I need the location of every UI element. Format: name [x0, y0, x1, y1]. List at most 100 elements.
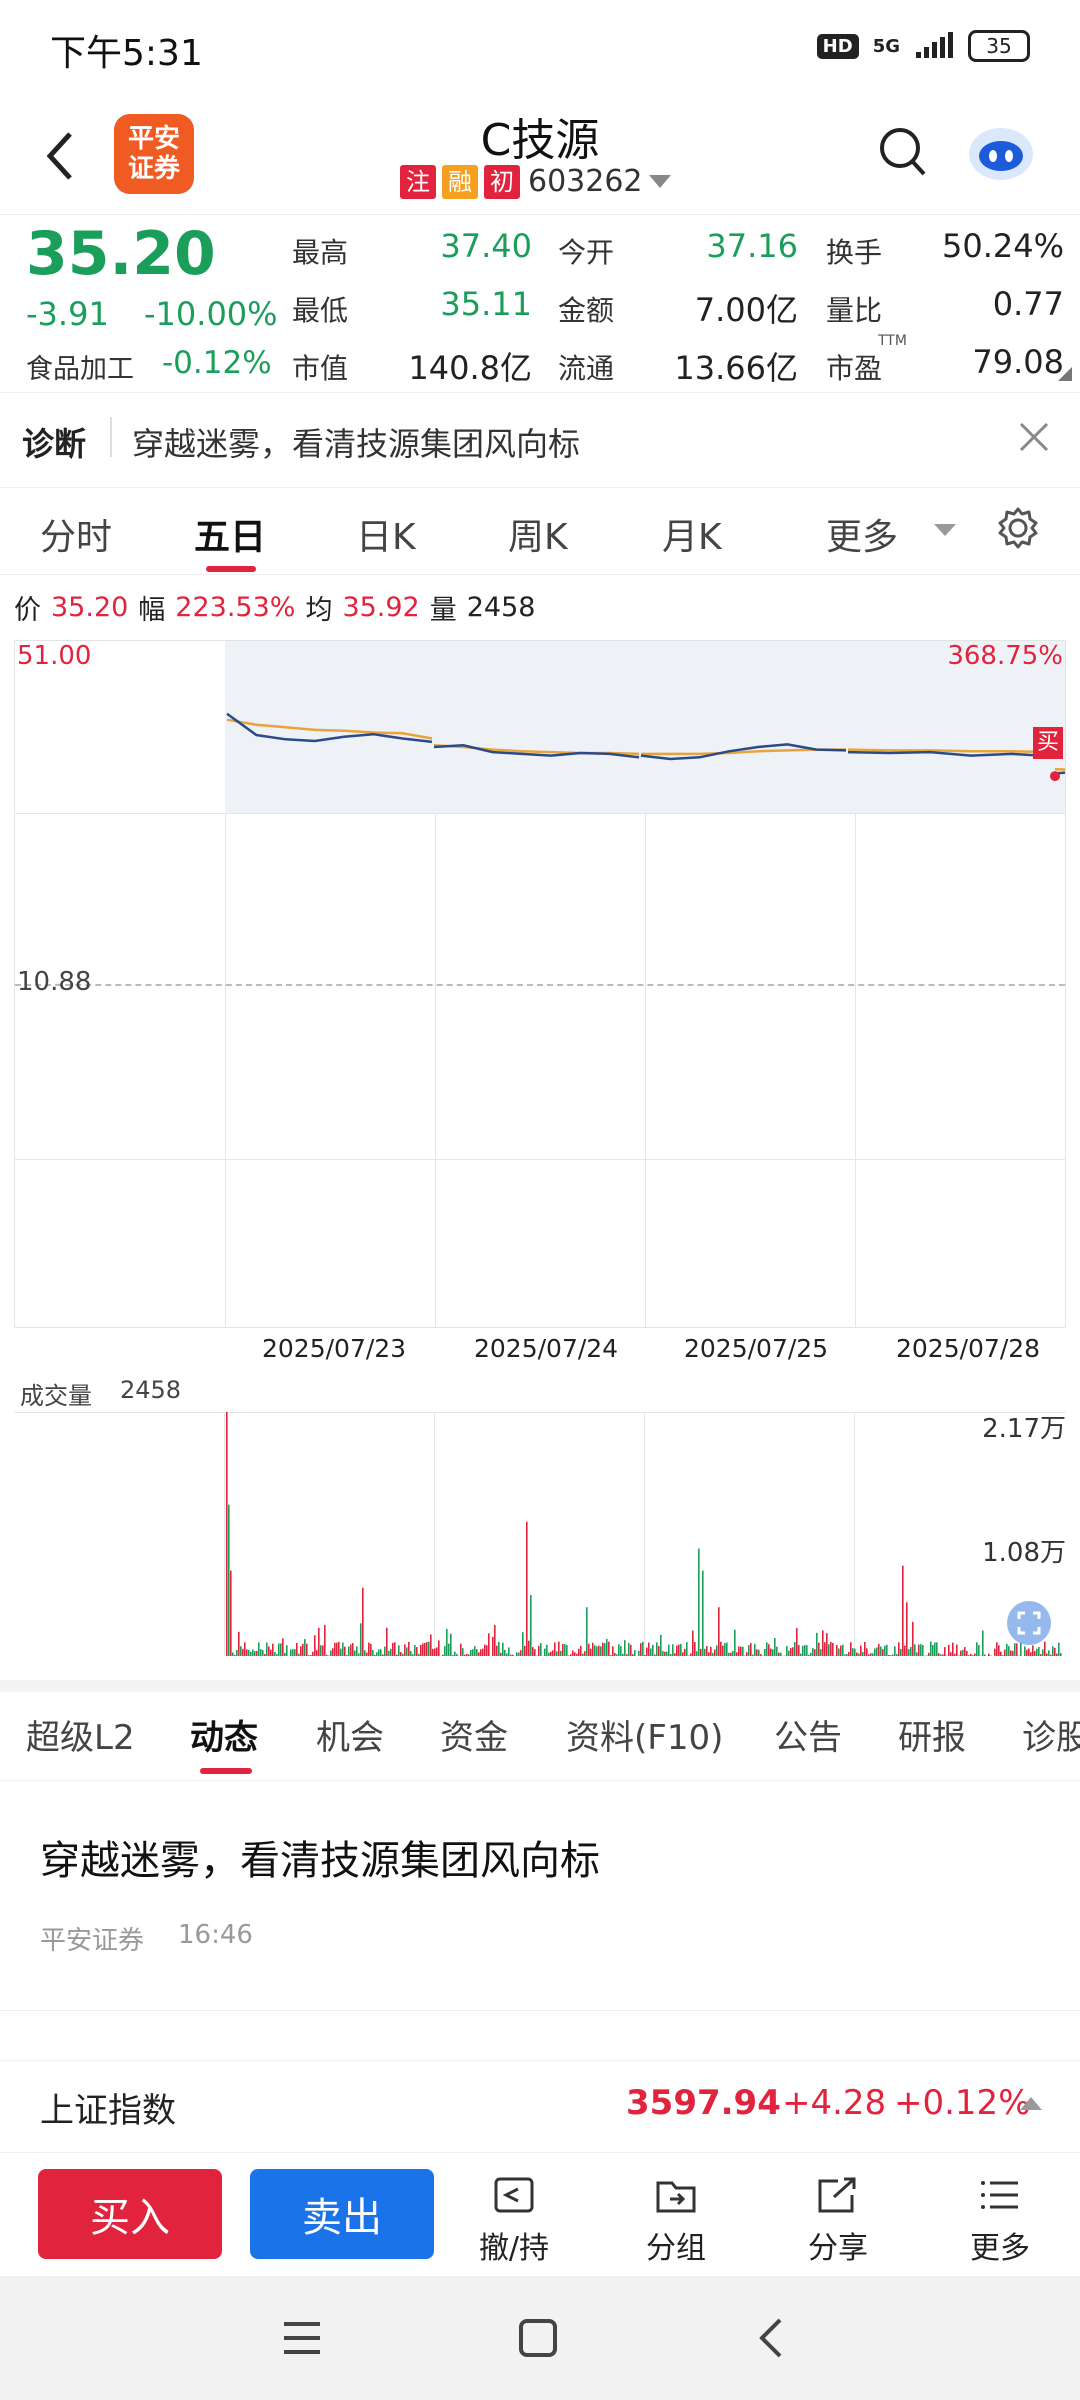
info-avg: 35.92 — [342, 592, 420, 623]
volume-bar — [604, 1643, 606, 1656]
sector-name[interactable]: 食品加工 — [26, 347, 134, 386]
volume-bar — [544, 1648, 546, 1656]
tab-monthly-k[interactable]: 月K — [662, 508, 722, 560]
volume-bar — [562, 1644, 564, 1656]
tab-capital[interactable]: 资金 — [440, 1710, 508, 1759]
volume-bar — [916, 1652, 918, 1656]
tab-news[interactable]: 动态 — [190, 1710, 258, 1759]
index-change: +4.28 — [782, 2083, 887, 2123]
volume-chart[interactable]: 成交量 2458 2.17万 1.08万 — [14, 1372, 1066, 1660]
buy-marker[interactable]: 买 — [1033, 727, 1063, 759]
price-change-pct: -10.00% — [144, 295, 278, 333]
gear-icon[interactable] — [996, 506, 1040, 550]
news-item[interactable]: 穿越迷雾，看清技源集团风向标 平安证券 16:46 — [0, 1782, 1080, 2011]
more-button[interactable]: 更多 — [950, 2175, 1050, 2267]
tab-more[interactable]: 更多 — [826, 508, 898, 560]
tab-five-day[interactable]: 五日 — [194, 508, 266, 560]
volume-bar — [426, 1642, 428, 1656]
close-icon[interactable] — [1018, 421, 1050, 453]
volume-bar — [912, 1621, 914, 1656]
fullscreen-icon[interactable] — [1006, 1600, 1052, 1646]
cancel-hold-button[interactable]: 撤/持 — [464, 2175, 564, 2267]
volume-bar — [928, 1652, 930, 1656]
volume-bar — [802, 1645, 804, 1656]
volume-bar — [880, 1646, 882, 1656]
volume-bar — [228, 1504, 230, 1656]
tab-daily-k[interactable]: 日K — [356, 508, 416, 560]
volume-bar — [306, 1643, 308, 1656]
volume-bar — [364, 1650, 366, 1656]
volume-bar — [226, 1412, 228, 1656]
buy-button[interactable]: 买入 — [38, 2169, 222, 2259]
volume-bar — [860, 1645, 862, 1656]
share-icon — [818, 2177, 856, 2213]
volume-bar — [322, 1645, 324, 1656]
volume-bar — [850, 1642, 852, 1656]
diagnosis-bar[interactable]: 诊断 穿越迷雾，看清技源集团风向标 — [0, 392, 1080, 488]
tab-weekly-k[interactable]: 周K — [508, 508, 568, 560]
volume-bar — [994, 1648, 996, 1656]
volume-bar — [530, 1595, 532, 1656]
volume-bar — [564, 1644, 566, 1656]
volume-bar — [590, 1648, 592, 1656]
index-ticker[interactable]: 上证指数 3597.94 +4.28 +0.12% — [0, 2060, 1080, 2153]
volume-bar — [468, 1654, 470, 1656]
volume-bar — [478, 1652, 480, 1656]
dropdown-triangle-icon[interactable] — [934, 524, 956, 538]
caret-up-icon[interactable] — [1020, 2097, 1042, 2111]
volume-bar — [612, 1646, 614, 1656]
tab-opportunity[interactable]: 机会 — [316, 1710, 384, 1759]
sell-button[interactable]: 卖出 — [250, 2169, 434, 2259]
home-icon[interactable] — [518, 2318, 558, 2358]
volume-bar — [664, 1651, 666, 1656]
group-button[interactable]: 分组 — [626, 2175, 726, 2267]
volume-bar — [934, 1642, 936, 1656]
volume-bar — [626, 1654, 628, 1656]
volume-bar — [506, 1653, 508, 1656]
volume-bar — [958, 1655, 960, 1656]
volume-bar — [644, 1655, 646, 1656]
tab-intraday[interactable]: 分时 — [40, 508, 112, 560]
open-label: 今开 — [558, 236, 615, 269]
menu-icon[interactable] — [282, 2320, 322, 2356]
tab-announcement[interactable]: 公告 — [774, 1710, 842, 1759]
turnover-value: 50.24% — [941, 227, 1064, 265]
volume-bar — [524, 1645, 526, 1656]
search-icon[interactable] — [878, 126, 928, 180]
volume-bar — [1030, 1652, 1032, 1656]
volume-bar — [774, 1638, 776, 1656]
volume-bar — [316, 1650, 318, 1656]
volume-bar — [654, 1654, 656, 1656]
volume-bar — [844, 1654, 846, 1656]
volume-bar — [728, 1652, 730, 1656]
share-button[interactable]: 分享 — [788, 2175, 888, 2267]
volume-bar — [632, 1654, 634, 1656]
volume-bar — [822, 1630, 824, 1656]
volume-bar — [380, 1649, 382, 1656]
diagnosis-text[interactable]: 穿越迷雾，看清技源集团风向标 — [132, 419, 580, 465]
tab-f10[interactable]: 资料(F10) — [566, 1710, 723, 1759]
news-title[interactable]: 穿越迷雾，看清技源集团风向标 — [40, 1828, 600, 1886]
robot-assistant-icon[interactable] — [966, 120, 1036, 184]
y-top-pct-label: 368.75% — [947, 641, 1063, 671]
low-value: 35.11 — [440, 285, 532, 323]
volume-bar — [554, 1642, 556, 1656]
caret-down-icon[interactable] — [648, 174, 671, 189]
volume-bar — [910, 1647, 912, 1656]
tab-diagnosis[interactable]: 诊股 — [1022, 1710, 1080, 1759]
volume-bar — [256, 1650, 258, 1656]
volume-bar — [914, 1644, 916, 1656]
volume-bar — [558, 1641, 560, 1656]
volume-bar — [294, 1649, 296, 1656]
volume-bar — [700, 1648, 702, 1656]
back-nav-icon[interactable] — [756, 2316, 786, 2360]
volume-bar — [284, 1652, 286, 1656]
price-chart[interactable]: 51.00 10.88 368.75% 买 — [14, 640, 1066, 1328]
tab-level2[interactable]: 超级L2 — [26, 1710, 135, 1759]
volume-bar — [662, 1651, 664, 1656]
volume-bar — [852, 1648, 854, 1656]
tab-research[interactable]: 研报 — [898, 1710, 966, 1759]
volume-bar — [390, 1648, 392, 1656]
volume-bar — [594, 1645, 596, 1656]
expand-corner-icon[interactable] — [1058, 367, 1072, 381]
